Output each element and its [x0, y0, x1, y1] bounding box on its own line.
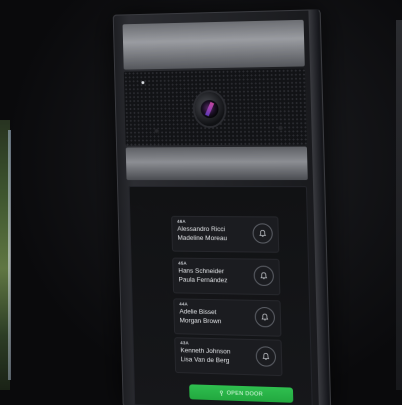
call-button[interactable] — [253, 265, 275, 287]
bell-icon — [260, 272, 268, 280]
resident-name: Morgan Brown — [179, 317, 222, 326]
device-bezel-edge — [308, 9, 330, 405]
call-button[interactable] — [252, 223, 273, 244]
resident-card[interactable]: 45A Hans Schneider Paula Fernández — [172, 257, 281, 296]
resident-name: Alessandro Ricci — [177, 225, 226, 234]
resident-name: Adelie Bisset — [179, 308, 217, 317]
call-button[interactable] — [255, 346, 277, 367]
background-edge — [396, 20, 402, 390]
status-led — [141, 81, 145, 85]
bell-icon — [259, 229, 267, 237]
bell-icon — [261, 313, 269, 321]
resident-name: Kenneth Johnson — [180, 347, 231, 356]
resident-card[interactable]: 44A Adelie Bisset Morgan Brown — [173, 298, 282, 337]
camera — [194, 91, 225, 127]
open-door-label: OPEN DOOR — [226, 390, 264, 398]
resident-name: Lisa Van de Berg — [180, 356, 230, 365]
intercom-device: 46A Alessandro Ricci Madeline Moreau 45A… — [112, 9, 332, 405]
background-light-strip — [8, 130, 11, 380]
bell-icon — [262, 352, 270, 360]
resident-card[interactable]: 46A Alessandro Ricci Madeline Moreau — [171, 215, 280, 253]
apartment-number: 43A — [180, 340, 189, 346]
apartment-number: 45A — [178, 260, 187, 266]
resident-name: Hans Schneider — [178, 267, 225, 276]
apartment-number: 44A — [179, 301, 188, 307]
lens-flare — [205, 101, 215, 117]
touch-screen: 46A Alessandro Ricci Madeline Moreau 45A… — [128, 185, 313, 405]
screw-right — [277, 125, 284, 131]
open-door-button[interactable]: OPEN DOOR — [189, 384, 294, 403]
call-button[interactable] — [254, 306, 276, 328]
resident-name: Madeline Moreau — [177, 234, 228, 243]
resident-name: Paula Fernández — [178, 276, 228, 285]
middle-steel-panel — [125, 146, 308, 181]
scene: 46A Alessandro Ricci Madeline Moreau 45A… — [0, 0, 402, 405]
top-steel-panel — [122, 19, 305, 70]
apartment-number: 46A — [177, 218, 186, 224]
screw-left — [154, 128, 160, 134]
key-icon — [219, 389, 223, 396]
speaker-grille — [123, 68, 307, 146]
resident-card[interactable]: 43A Kenneth Johnson Lisa Van de Berg — [174, 337, 283, 377]
camera-lens — [200, 99, 219, 119]
